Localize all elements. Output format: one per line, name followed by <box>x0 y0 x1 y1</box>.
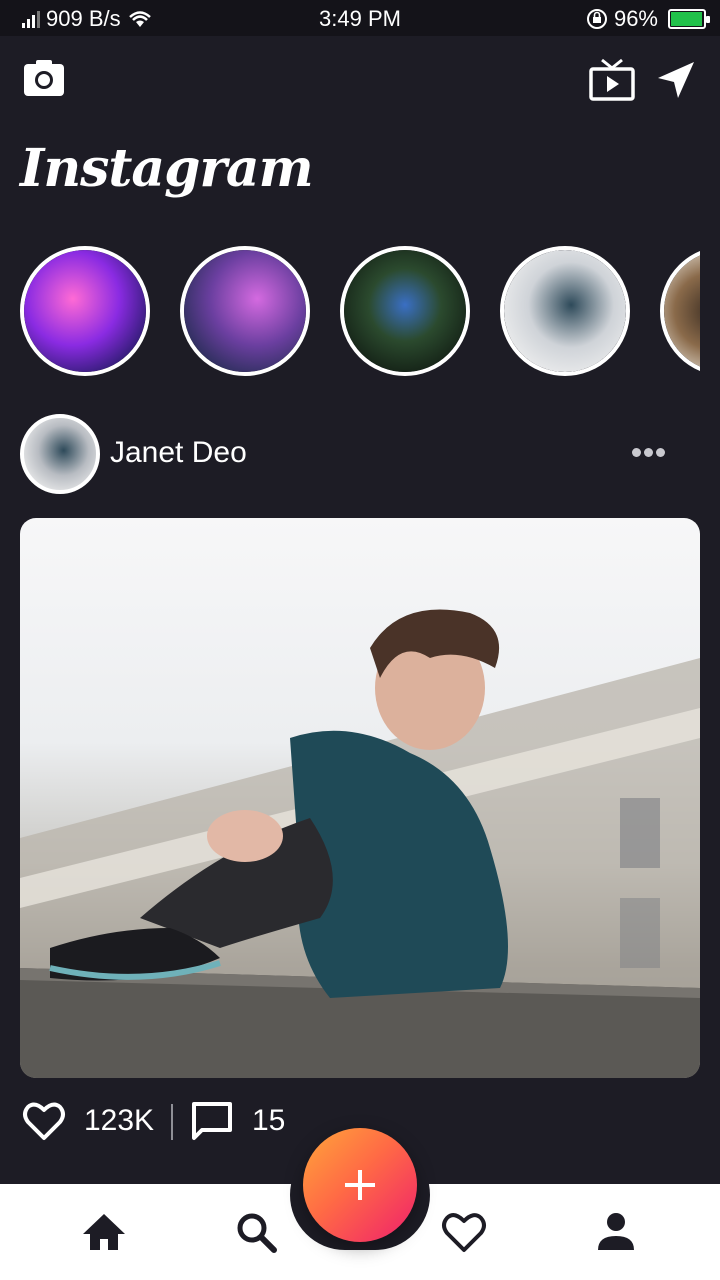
story-item[interactable] <box>20 246 150 376</box>
dot-icon <box>644 448 653 457</box>
dot-icon <box>632 448 641 457</box>
more-options-icon[interactable] <box>632 444 672 464</box>
story-avatar <box>24 250 146 372</box>
tv-icon[interactable] <box>588 58 636 102</box>
status-right: 96% <box>586 6 710 32</box>
story-avatar <box>184 250 306 372</box>
like-icon[interactable] <box>22 1100 66 1142</box>
add-icon <box>345 1170 375 1200</box>
story-avatar <box>664 250 700 372</box>
comment-icon[interactable] <box>190 1100 234 1142</box>
post-avatar[interactable] <box>20 414 100 494</box>
story-item[interactable] <box>180 246 310 376</box>
battery-icon <box>668 9 710 29</box>
add-post-button[interactable] <box>303 1128 417 1242</box>
story-item[interactable] <box>500 246 630 376</box>
post-username[interactable]: Janet Deo <box>110 436 247 470</box>
action-divider <box>171 1104 173 1140</box>
status-bar: 909 B/s 3:49 PM 96% <box>0 0 720 36</box>
battery-fill <box>671 12 702 26</box>
story-item[interactable] <box>660 246 700 376</box>
story-avatar <box>504 250 626 372</box>
heart-icon[interactable] <box>440 1208 488 1256</box>
send-icon[interactable] <box>654 60 696 102</box>
search-icon[interactable] <box>232 1208 280 1256</box>
camera-icon[interactable] <box>22 58 66 98</box>
story-avatar <box>344 250 466 372</box>
post-photo <box>20 609 700 1078</box>
stories-row[interactable] <box>0 244 700 380</box>
app-logo: Instagram <box>20 138 314 199</box>
home-icon[interactable] <box>80 1208 128 1256</box>
comment-count: 15 <box>252 1104 286 1137</box>
like-count: 123K <box>84 1104 155 1137</box>
post-image[interactable] <box>20 518 700 1078</box>
profile-icon[interactable] <box>592 1208 640 1256</box>
battery-percent: 96% <box>613 6 658 31</box>
dot-icon <box>656 448 665 457</box>
story-item[interactable] <box>340 246 470 376</box>
rotation-lock-icon <box>586 9 607 29</box>
